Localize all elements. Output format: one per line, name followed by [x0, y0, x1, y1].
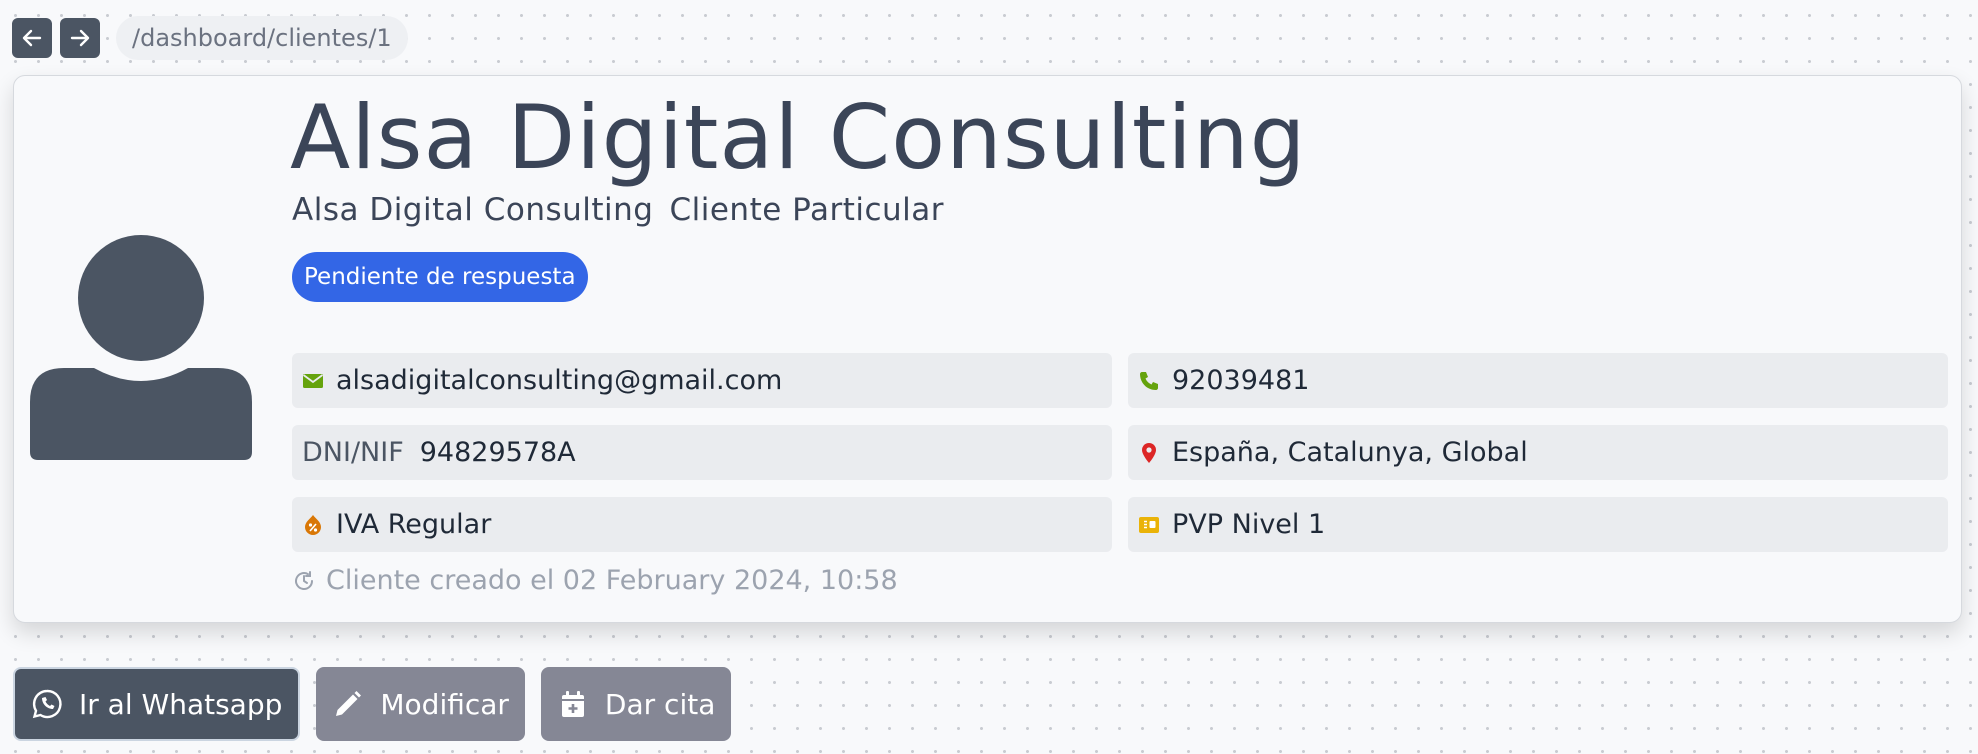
- status-badge: Pendiente de respuesta: [292, 252, 588, 302]
- client-card: Alsa Digital Consulting Alsa Digital Con…: [13, 75, 1962, 623]
- arrow-left-icon: [22, 29, 42, 47]
- price-level-field: PVP Nivel 1: [1128, 497, 1948, 552]
- edit-button[interactable]: Modificar: [316, 667, 525, 741]
- dni-value: 94829578A: [419, 437, 576, 468]
- client-subtitle: Alsa Digital Consulting Cliente Particula…: [292, 192, 944, 228]
- tax-field: IVA Regular: [292, 497, 1112, 552]
- forward-button[interactable]: [60, 18, 100, 58]
- map-pin-icon: [1138, 442, 1160, 464]
- appointment-label: Dar cita: [604, 687, 716, 721]
- location-value: España, Catalunya, Global: [1172, 437, 1528, 468]
- envelope-icon: [302, 370, 324, 392]
- breadcrumb: /dashboard/clientes/1: [116, 16, 408, 60]
- calendar-plus-icon: [561, 691, 584, 717]
- email-field[interactable]: alsadigitalconsulting@gmail.com: [292, 353, 1112, 408]
- pencil-icon: [336, 691, 362, 716]
- tax-value: IVA Regular: [336, 509, 492, 540]
- client-type: Cliente Particular: [669, 192, 945, 228]
- phone-icon: [1138, 370, 1160, 392]
- action-bar: Ir al Whatsapp Modificar Dar cita: [13, 667, 732, 741]
- legal-name: Alsa Digital Consulting: [292, 192, 654, 228]
- whatsapp-label: Ir al Whatsapp: [79, 687, 283, 721]
- client-details: alsadigitalconsulting@gmail.com 92039481…: [292, 353, 1948, 552]
- created-info: Cliente creado el 02 February 2024, 10:5…: [292, 565, 898, 596]
- price-tag-icon: [1138, 514, 1160, 536]
- phone-field[interactable]: 92039481: [1128, 353, 1948, 408]
- created-text: Cliente creado el 02 February 2024, 10:5…: [326, 565, 898, 596]
- top-navigation: /dashboard/clientes/1: [12, 16, 408, 60]
- dni-field: DNI/NIF 94829578A: [292, 425, 1112, 480]
- arrow-right-icon: [70, 29, 90, 47]
- whatsapp-icon: [32, 689, 62, 719]
- appointment-button[interactable]: Dar cita: [540, 667, 732, 741]
- back-button[interactable]: [12, 18, 52, 58]
- location-field: España, Catalunya, Global: [1128, 425, 1948, 480]
- whatsapp-button[interactable]: Ir al Whatsapp: [13, 667, 301, 741]
- user-silhouette-icon: [30, 235, 252, 460]
- price-level-value: PVP Nivel 1: [1172, 509, 1326, 540]
- email-value: alsadigitalconsulting@gmail.com: [336, 365, 783, 396]
- clock-icon: [295, 570, 314, 590]
- edit-label: Modificar: [380, 687, 509, 721]
- percent-badge-icon: [302, 514, 324, 536]
- page-title: Alsa Digital Consulting: [290, 86, 1307, 189]
- dni-label: DNI/NIF: [302, 437, 404, 468]
- phone-value: 92039481: [1172, 365, 1310, 396]
